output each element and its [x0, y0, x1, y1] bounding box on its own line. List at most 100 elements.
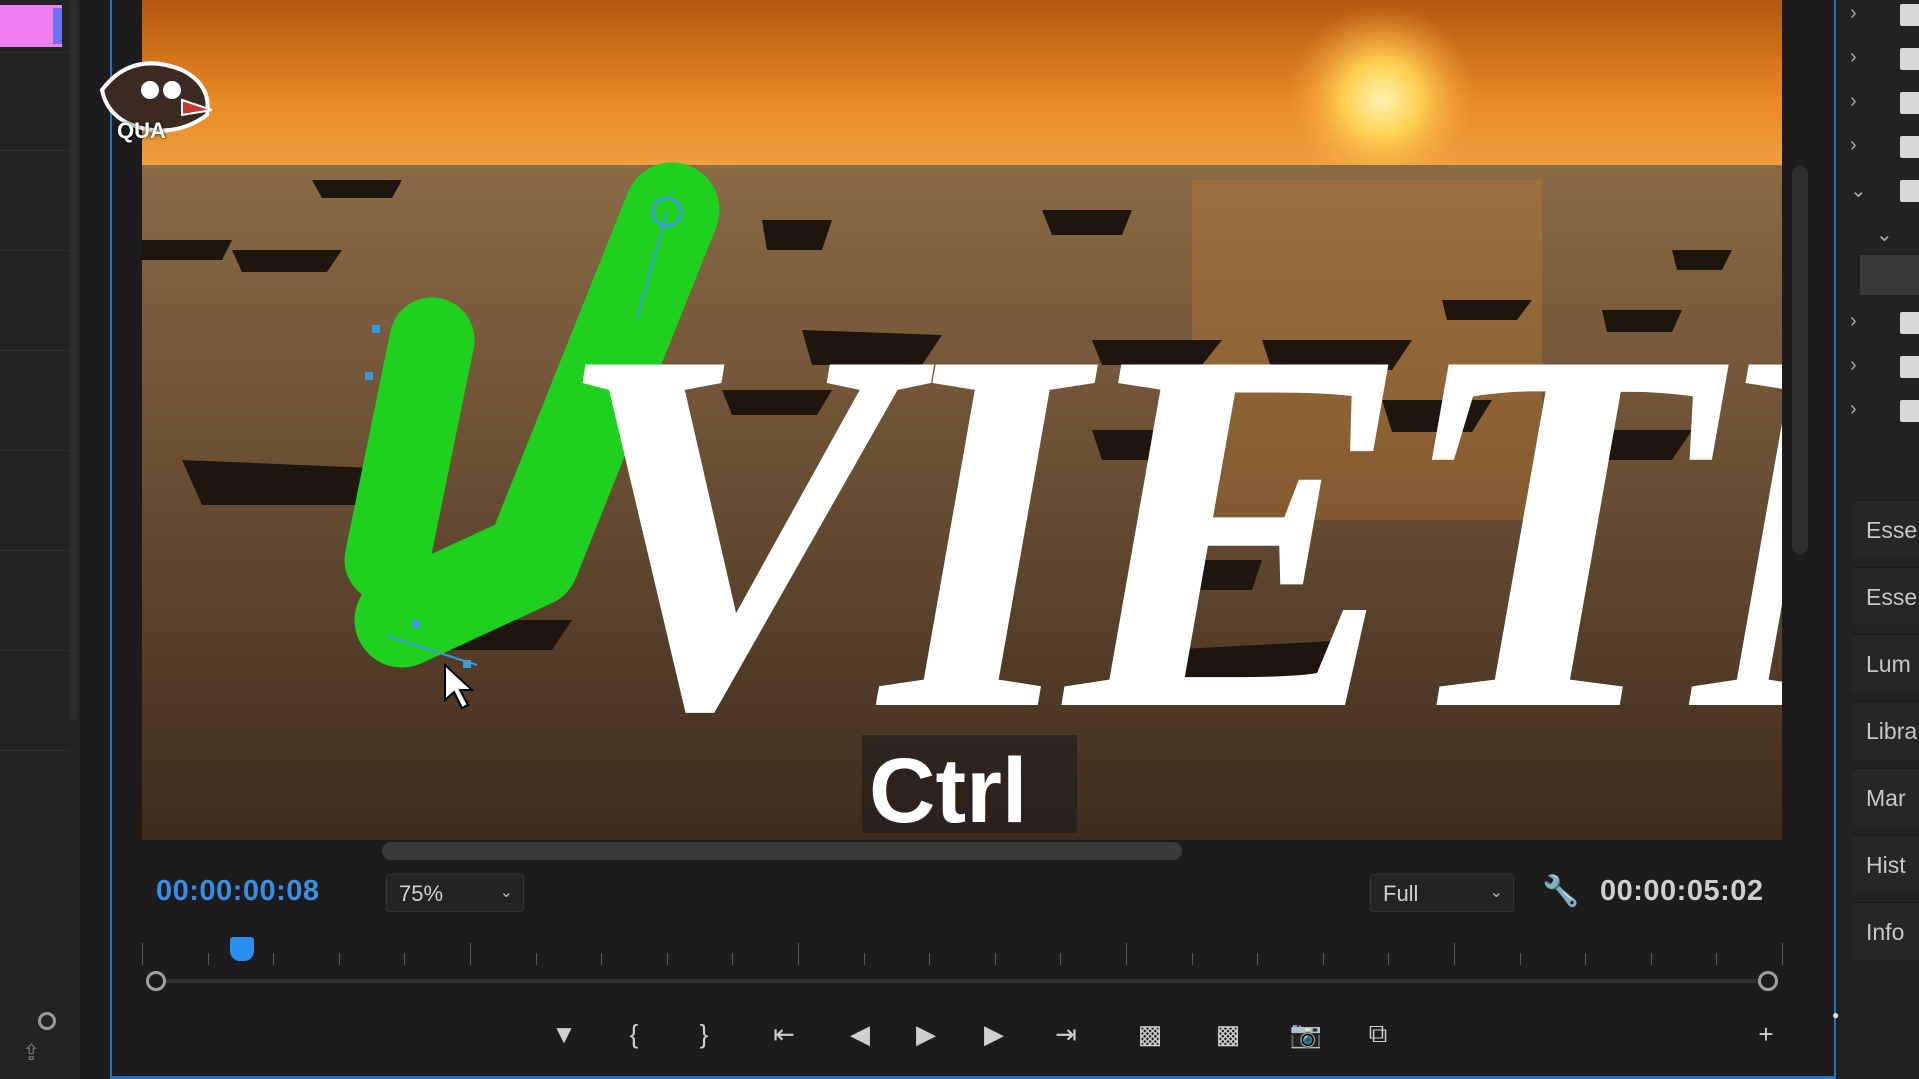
transport-controls: ▼ { } ⇤ ◀ ▶ ▶ ⇥ ▩ ▩ 📷 ⧉ +: [112, 1010, 1838, 1060]
tree-row[interactable]: ›: [1838, 302, 1919, 342]
tree-row[interactable]: ⌄: [1838, 214, 1919, 254]
ruler-tick: [666, 953, 668, 965]
track-lane: [0, 650, 70, 651]
tree-row[interactable]: ›: [1838, 38, 1919, 78]
lift-icon: ▩: [1137, 1018, 1163, 1049]
tab-essential-sound[interactable]: Esse: [1852, 567, 1919, 625]
video-preview[interactable]: VIETNA Ctrl: [142, 0, 1782, 840]
play-button[interactable]: ▶: [906, 1014, 946, 1054]
folder-icon: [1900, 136, 1919, 158]
folder-icon: [1900, 180, 1919, 202]
tree-row[interactable]: ›: [1838, 346, 1919, 386]
ruler-tick: [798, 943, 799, 965]
ruler-tick: [929, 953, 931, 965]
track-lane: [0, 350, 70, 351]
chevron-down-icon: ⌄: [1489, 884, 1503, 901]
export-frame-button[interactable]: 📷: [1286, 1014, 1326, 1054]
playback-resolution-dropdown[interactable]: Full ⌄: [1370, 874, 1514, 912]
ruler-tick: [1126, 943, 1127, 965]
time-ruler[interactable]: [142, 935, 1783, 965]
tree-row[interactable]: ›: [1838, 0, 1919, 34]
play-icon: ▶: [916, 1018, 936, 1049]
current-timecode[interactable]: 00:00:00:08: [156, 875, 320, 908]
step-back-icon: ◀: [850, 1018, 870, 1049]
tree-row[interactable]: ›: [1838, 390, 1919, 430]
folder-icon: [1900, 400, 1919, 422]
ruler-tick: [470, 943, 471, 965]
track-lane: [0, 52, 70, 53]
go-to-in-button[interactable]: ⇤: [764, 1014, 804, 1054]
ruler-tick: [1782, 943, 1783, 965]
chevron-right-icon: ›: [1850, 46, 1857, 68]
add-marker-button[interactable]: ▼: [544, 1014, 584, 1054]
chevron-right-icon: ›: [1850, 134, 1857, 156]
ruler-tick: [338, 953, 340, 965]
zoom-level-dropdown[interactable]: 75% ⌄: [386, 874, 524, 912]
track-lane: [0, 550, 70, 551]
mark-out-button[interactable]: }: [684, 1014, 724, 1054]
ruler-tick: [863, 953, 865, 965]
tab-lumetri[interactable]: Lum: [1852, 634, 1919, 692]
tree-row[interactable]: ›: [1838, 126, 1919, 166]
step-forward-icon: ▶: [984, 1018, 1004, 1049]
step-forward-button[interactable]: ▶: [974, 1014, 1014, 1054]
ruler-tick: [1585, 953, 1587, 965]
track-lane: [0, 250, 70, 251]
ruler-tick: [535, 953, 537, 965]
mark-out-icon: }: [699, 1018, 709, 1049]
program-monitor: VIETNA Ctrl QUA 00:00:00:08 75% ⌄ Full ⌄…: [99, 0, 1838, 1079]
chevron-down-icon: ⌄: [1850, 180, 1867, 202]
chevron-right-icon: ›: [1850, 398, 1857, 420]
zoom-level-value: 75%: [399, 881, 444, 906]
lift-button[interactable]: ▩: [1130, 1014, 1170, 1054]
comparison-view-button[interactable]: ⧉: [1358, 1014, 1398, 1054]
ruler-tick: [1060, 953, 1062, 965]
selected-tree-row[interactable]: [1860, 255, 1919, 295]
tab-markers[interactable]: Mar: [1852, 768, 1919, 826]
ruler-tick: [732, 953, 734, 965]
monitor-vertical-scrollbar[interactable]: [1792, 165, 1808, 555]
track-lane: [0, 450, 70, 451]
tab-libraries[interactable]: Libra: [1852, 701, 1919, 759]
export-icon[interactable]: ⇪: [22, 1040, 50, 1068]
extract-icon: ▩: [1215, 1018, 1241, 1049]
zoom-end-handle[interactable]: [1758, 971, 1778, 991]
ruler-tick: [1388, 953, 1390, 965]
ruler-tick: [1650, 953, 1652, 965]
track-lane: [0, 150, 70, 151]
button-editor-button[interactable]: +: [1746, 1014, 1786, 1054]
tab-history[interactable]: Hist: [1852, 835, 1919, 893]
ruler-tick: [1257, 953, 1259, 965]
tree-row[interactable]: ›: [1838, 82, 1919, 122]
monitor-horizontal-scrollbar[interactable]: [382, 842, 1182, 860]
tab-info[interactable]: Info: [1852, 902, 1919, 960]
small-logo-icon: ●: [1832, 1008, 1840, 1022]
plus-icon: +: [1758, 1018, 1774, 1049]
tab-essential-graphics[interactable]: Esse: [1852, 500, 1919, 558]
duration-timecode: 00:00:05:02: [1600, 875, 1764, 907]
ruler-tick: [404, 953, 406, 965]
folder-icon: [1900, 48, 1919, 70]
mark-in-button[interactable]: {: [614, 1014, 654, 1054]
extract-button[interactable]: ▩: [1208, 1014, 1248, 1054]
zoom-scroll-bar[interactable]: [142, 971, 1782, 991]
ruler-tick: [1519, 953, 1521, 965]
chevron-down-icon: ⌄: [1876, 224, 1893, 246]
zoom-scroll-track[interactable]: [156, 979, 1768, 983]
folder-icon: [1900, 356, 1919, 378]
settings-wrench-icon[interactable]: 🔧: [1542, 874, 1579, 909]
camera-icon: 📷: [1289, 1018, 1323, 1049]
timeline-clip-edge[interactable]: [53, 8, 62, 44]
tree-row[interactable]: ⌄: [1838, 170, 1919, 210]
timeline-zoom-knob[interactable]: [38, 1012, 56, 1030]
step-back-button[interactable]: ◀: [840, 1014, 880, 1054]
folder-icon: [1900, 4, 1919, 26]
go-to-out-button[interactable]: ⇥: [1046, 1014, 1086, 1054]
zoom-start-handle[interactable]: [146, 971, 166, 991]
playhead-marker[interactable]: [230, 937, 254, 961]
playback-resolution-value: Full: [1383, 881, 1419, 906]
ruler-tick: [273, 953, 275, 965]
track-lane: [0, 750, 70, 751]
compare-icon: ⧉: [1368, 1018, 1388, 1048]
keystroke-caption: Ctrl: [869, 740, 1027, 840]
